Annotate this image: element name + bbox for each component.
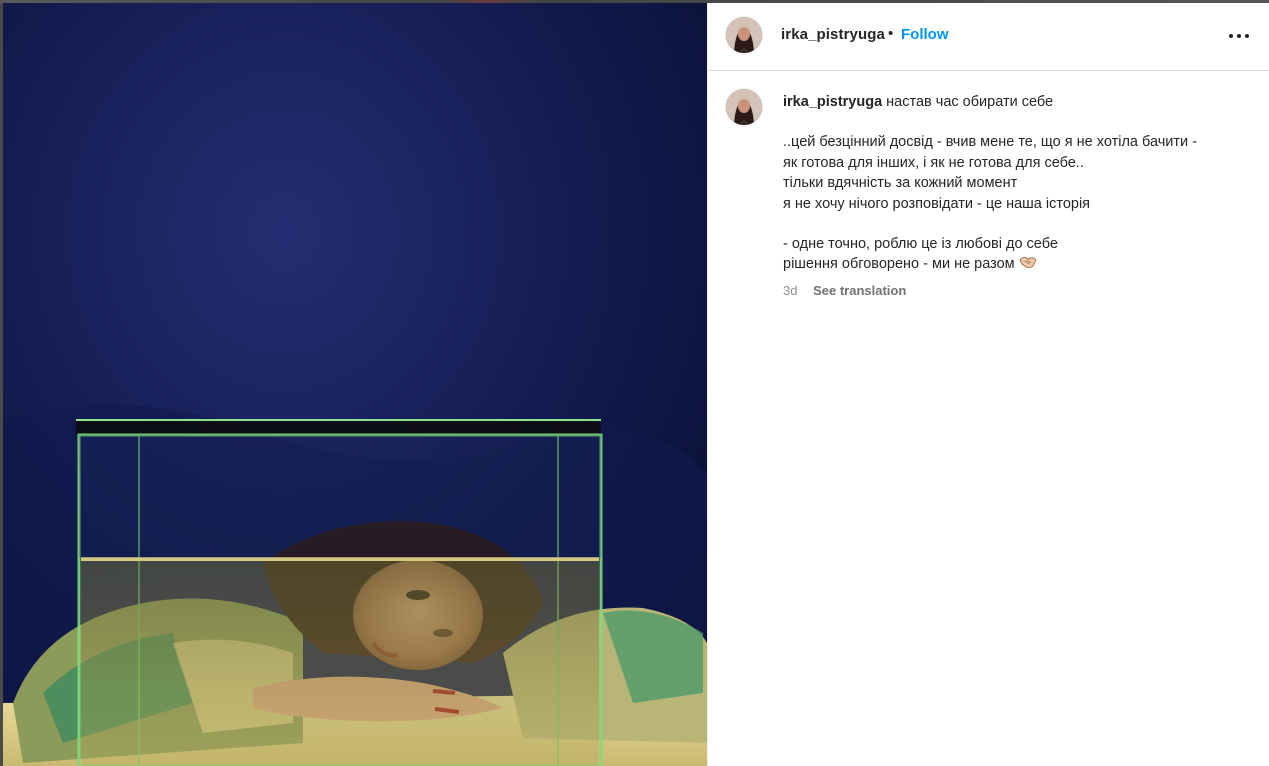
caption-meta: 3d See translation (783, 281, 1253, 301)
caption-line: - одне точно, роблю це із любові до себе (783, 236, 1058, 253)
more-dot (1229, 34, 1233, 38)
post-time-ago[interactable]: 3d (783, 283, 797, 298)
post-photo[interactable] (3, 3, 707, 766)
caption-username[interactable]: irka_pistryuga (783, 94, 882, 110)
post-header: irka_pistryuga • Follow (708, 3, 1269, 71)
follow-button[interactable]: Follow (901, 26, 949, 43)
caption-avatar[interactable] (726, 89, 762, 125)
caption-line: рішення обговорено - ми не разом (783, 256, 1015, 273)
avatar-image-icon (726, 17, 762, 53)
photo-illustration (3, 3, 707, 766)
caption-line: ..цей безцінний досвід - вчив мене те, щ… (783, 134, 1197, 151)
app-window: irka_pistryuga • Follow irka_pistryuga н… (0, 0, 1269, 766)
caption-gap (783, 214, 1253, 234)
handshake-emoji-icon (1019, 257, 1037, 269)
more-dot (1237, 34, 1241, 38)
header-separator: • (888, 25, 894, 42)
avatar-image-icon (726, 89, 762, 125)
caption-title: настав час обирати себе (886, 94, 1054, 110)
see-translation-button[interactable]: See translation (813, 283, 906, 298)
post-side-panel: irka_pistryuga • Follow irka_pistryuga н… (707, 3, 1269, 766)
caption-line: тільки вдячність за кожний момент (783, 175, 1018, 192)
more-options-icon[interactable] (1226, 25, 1252, 45)
profile-avatar[interactable] (726, 17, 762, 53)
caption-last-line: рішення обговорено - ми не разом (783, 254, 1253, 274)
caption-first-line: irka_pistryuga настав час обирати себе (783, 92, 1253, 112)
caption-text: irka_pistryuga настав час обирати себе .… (783, 92, 1253, 301)
caption-gap (783, 112, 1253, 132)
caption-line: я не хочу нічого розповідати - це наша і… (783, 195, 1091, 212)
more-dot (1245, 34, 1249, 38)
caption-line: як готова для інших, і як не готова для … (783, 154, 1084, 171)
header-username[interactable]: irka_pistryuga (781, 26, 885, 43)
